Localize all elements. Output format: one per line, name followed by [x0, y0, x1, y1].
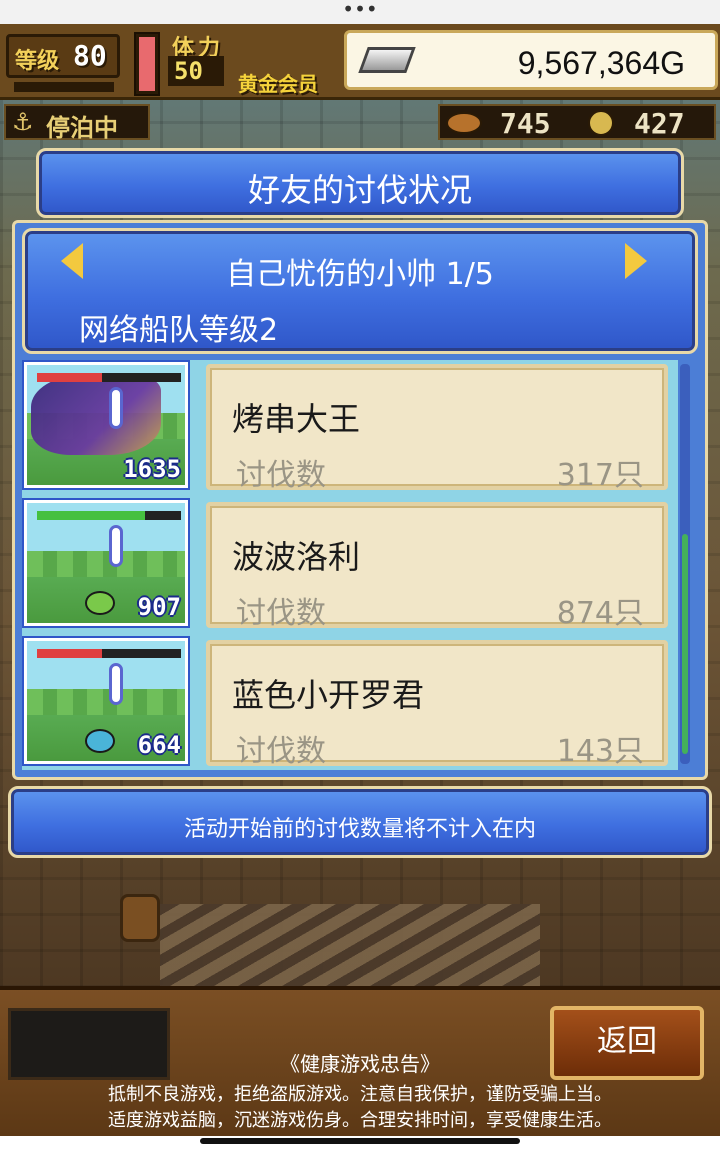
friend-name: 自己忧伤的小帅 1/5: [226, 257, 494, 292]
member-badge: 黄金会员: [238, 72, 318, 96]
stamina-fill: [139, 37, 155, 91]
port-status-label: 停泊中: [46, 114, 118, 142]
more-dots-icon[interactable]: •••: [0, 0, 720, 19]
boss-sprite: [31, 375, 161, 455]
resource-1-value: 745: [500, 107, 551, 140]
modal-title: 好友的讨伐状况: [247, 171, 472, 209]
anchor-icon: ⚓: [12, 108, 34, 136]
boss-list[interactable]: 1635 烤串大王 讨伐数 317只 907 波波洛利 讨伐数 874只 664…: [22, 360, 678, 770]
boss-thumbnail: 907: [22, 498, 190, 628]
food-icon: [446, 112, 482, 134]
defeat-count: 317只: [556, 458, 644, 493]
scrollbar-thumb[interactable]: [682, 534, 688, 754]
monster-number: 664: [137, 731, 181, 759]
fleet-level: 网络船队等级2: [79, 313, 279, 348]
health-advisory-line-1: 抵制不良游戏，拒绝盗版游戏。注意自我保护，谨防受骗上当。: [108, 1084, 612, 1105]
defeat-count: 143只: [556, 734, 644, 769]
home-indicator[interactable]: [200, 1138, 520, 1144]
silver-ingot-icon: [358, 47, 416, 73]
boss-card: 烤串大王 讨伐数 317只: [206, 364, 668, 493]
money-display: 9,567,364G: [344, 30, 718, 90]
boss-name: 烤串大王: [232, 400, 361, 438]
exclamation-icon: [109, 663, 123, 705]
modal-title-bar: 好友的讨伐状况: [36, 148, 684, 218]
level-box: 等级 80: [6, 34, 120, 78]
medal-icon: [588, 110, 614, 136]
exclamation-icon: [109, 387, 123, 429]
stamina-gauge: [134, 32, 160, 96]
hud-top-bar: 等级 80 体力 50 黄金会员 9,567,364G: [0, 24, 720, 100]
boss-thumbnail: 1635: [22, 360, 190, 490]
list-item[interactable]: 664 蓝色小开罗君 讨伐数 143只: [22, 636, 678, 770]
level-progress-bar: [14, 82, 114, 92]
notice-bar: 活动开始前的讨伐数量将不计入在内: [8, 786, 712, 858]
boss-thumbnail: 664: [22, 636, 190, 766]
defeat-count: 874只: [556, 596, 644, 631]
list-scrollbar[interactable]: [680, 364, 690, 764]
resource-2-value: 427: [634, 107, 685, 140]
port-status: ⚓ 停泊中: [4, 104, 150, 142]
defeat-label: 讨伐数: [236, 734, 326, 769]
hp-bar: [37, 511, 181, 520]
hp-fill: [37, 649, 102, 658]
boss-name: 蓝色小开罗君: [232, 676, 425, 714]
hp-fill: [37, 511, 145, 520]
stamina-value: 50: [168, 56, 224, 86]
monster-number: 1635: [123, 455, 181, 483]
list-item[interactable]: 1635 烤串大王 讨伐数 317只: [22, 360, 678, 494]
barrel-decoration: [120, 894, 160, 942]
monster-icon: [85, 591, 115, 615]
monster-number: 907: [137, 593, 181, 621]
friend-header: 自己忧伤的小帅 1/5 网络船队等级2: [22, 228, 698, 354]
boss-card: 蓝色小开罗君 讨伐数 143只: [206, 640, 668, 769]
exclamation-icon: [109, 525, 123, 567]
health-advisory-line-2: 适度游戏益脑，沉迷游戏伤身。合理安排时间，享受健康生活。: [108, 1110, 612, 1131]
level-value: 80: [73, 39, 107, 72]
trees-decoration: [27, 551, 185, 577]
system-top-strip: •••: [0, 0, 720, 24]
boss-card: 波波洛利 讨伐数 874只: [206, 502, 668, 631]
health-advisory-title: 《健康游戏忠告》: [280, 1052, 440, 1076]
money-value: 9,567,364G: [517, 45, 685, 81]
resource-bar: 745 427: [438, 104, 716, 140]
list-item[interactable]: 907 波波洛利 讨伐数 874只: [22, 498, 678, 632]
defeat-label: 讨伐数: [236, 458, 326, 493]
hp-fill: [37, 373, 102, 382]
hp-bar: [37, 373, 181, 382]
level-label: 等级: [15, 49, 60, 74]
defeat-label: 讨伐数: [236, 596, 326, 631]
next-friend-arrow-icon[interactable]: [625, 243, 647, 279]
monster-icon: [85, 729, 115, 753]
notice-text: 活动开始前的讨伐数量将不计入在内: [183, 817, 536, 842]
bottom-panel: 返回 《健康游戏忠告》 抵制不良游戏，拒绝盗版游戏。注意自我保护，谨防受骗上当。…: [0, 986, 720, 1136]
trees-decoration: [27, 689, 185, 715]
boss-name: 波波洛利: [232, 538, 361, 576]
hp-bar: [37, 649, 181, 658]
